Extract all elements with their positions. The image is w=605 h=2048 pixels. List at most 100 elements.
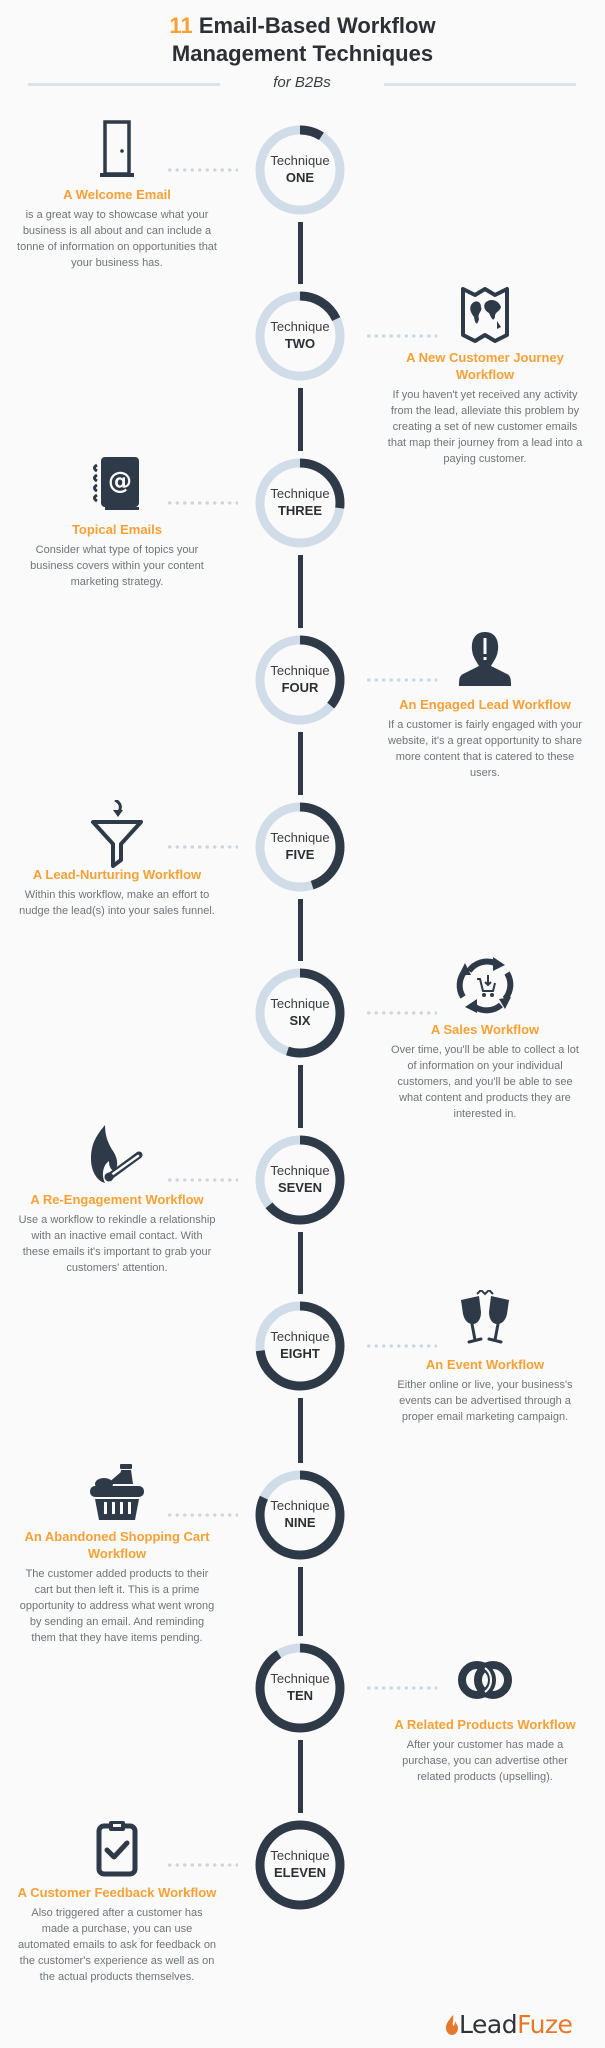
- logo-lead: Lead: [459, 2010, 518, 2039]
- technique-item-2: A New Customer Journey Workflow If you h…: [385, 283, 585, 467]
- title-line1: Email-Based Workflow: [198, 13, 436, 38]
- ring-number: TWO: [284, 336, 316, 351]
- technique-ring-10: Technique TEN: [254, 1642, 346, 1734]
- technique-item-11: A Customer Feedback Workflow Also trigge…: [17, 1818, 217, 1985]
- ring-label: Technique TEN: [254, 1670, 346, 1704]
- timeline-connector: [298, 1065, 303, 1128]
- ring-number: TEN: [287, 1688, 313, 1703]
- technique-description: Either online or live, your business's e…: [397, 1379, 573, 1423]
- timeline-connector: [298, 1232, 303, 1294]
- technique-heading: An Event Workflow: [425, 1357, 545, 1372]
- technique-item-8: An Event Workflow Either online or live,…: [385, 1288, 585, 1425]
- ring-label-word: Technique: [270, 486, 330, 501]
- ring-label-word: Technique: [270, 1498, 330, 1513]
- timeline-connector: [298, 388, 303, 451]
- match-flame-icon: [87, 1125, 147, 1185]
- technique-heading: Topical Emails: [71, 522, 163, 537]
- timeline-connector: [298, 1398, 303, 1463]
- technique-description: The customer added products to their car…: [19, 1568, 215, 1644]
- ring-label-word: Technique: [270, 830, 330, 845]
- technique-item-5: A Lead-Nurturing Workflow Within this wo…: [17, 798, 217, 919]
- technique-heading: A Welcome Email: [63, 187, 171, 202]
- ring-label: Technique THREE: [254, 485, 346, 519]
- ring-label: Technique EIGHT: [254, 1328, 346, 1362]
- technique-ring-7: Technique SEVEN: [254, 1134, 346, 1226]
- ring-label: Technique FOUR: [254, 662, 346, 696]
- timeline-connector: [298, 555, 303, 628]
- logo-fuze: Fuze: [517, 2010, 573, 2039]
- ring-label: Technique SEVEN: [254, 1162, 346, 1196]
- technique-item-4: An Engaged Lead Workflow If a customer i…: [385, 630, 585, 781]
- technique-ring-9: Technique NINE: [254, 1469, 346, 1561]
- technique-ring-3: Technique THREE: [254, 457, 346, 549]
- timeline-connector: [298, 1740, 303, 1813]
- timeline-connector: [298, 1567, 303, 1636]
- technique-heading: A New Customer Journey Workflow: [406, 350, 564, 382]
- technique-heading: An Abandoned Shopping Cart Workflow: [24, 1529, 210, 1561]
- technique-description: If a customer is fairly engaged with you…: [387, 719, 583, 779]
- technique-item-1: A Welcome Email is a great way to showca…: [17, 120, 217, 271]
- technique-description: Within this workflow, make an effort to …: [19, 889, 215, 917]
- world-map-icon: [455, 283, 515, 343]
- ring-label-word: Technique: [270, 1671, 330, 1686]
- ring-label-word: Technique: [270, 663, 330, 678]
- timeline-connector: [298, 899, 303, 961]
- timeline-connector: [298, 222, 303, 284]
- technique-description: is a great way to showcase what your bus…: [17, 209, 217, 269]
- divider-right: [384, 83, 576, 86]
- subtitle-row: for B2Bs: [28, 74, 576, 94]
- flame-icon: [446, 2012, 458, 2041]
- technique-description: Consider what type of topics your busine…: [30, 544, 204, 588]
- technique-item-7: A Re-Engagement Workflow Use a workflow …: [17, 1125, 217, 1276]
- ring-label-word: Technique: [270, 1848, 330, 1863]
- technique-ring-11: Technique ELEVEN: [254, 1819, 346, 1911]
- technique-description: After your customer has made a purchase,…: [402, 1739, 568, 1783]
- technique-item-6: A Sales Workflow Over time, you'll be ab…: [385, 955, 585, 1122]
- technique-description: If you haven't yet received any activity…: [387, 389, 583, 465]
- technique-item-10: A Related Products Workflow After your c…: [385, 1650, 585, 1785]
- technique-description: Use a workflow to rekindle a relationshi…: [18, 1214, 216, 1274]
- ring-number: SEVEN: [277, 1180, 323, 1195]
- technique-heading: A Lead-Nurturing Workflow: [32, 867, 202, 882]
- leadfuze-logo: LeadFuze: [446, 2010, 573, 2041]
- technique-heading: A Customer Feedback Workflow: [17, 1885, 217, 1900]
- ring-number: SIX: [289, 1013, 311, 1028]
- ring-number: EIGHT: [280, 1346, 320, 1361]
- ring-label-word: Technique: [270, 1163, 330, 1178]
- technique-item-3: @ Topical Emails Consider what type of t…: [17, 455, 217, 590]
- ring-number: ONE: [285, 170, 315, 185]
- ring-label: Technique ONE: [254, 152, 346, 186]
- ring-label-word: Technique: [270, 1329, 330, 1344]
- champagne-toast-icon: [455, 1288, 515, 1350]
- timeline-connector: [298, 732, 303, 795]
- technique-heading: A Re-Engagement Workflow: [30, 1192, 204, 1207]
- title-line2: Management Techniques: [171, 41, 434, 66]
- ring-label: Technique NINE: [254, 1497, 346, 1531]
- technique-description: Over time, you'll be able to collect a l…: [391, 1044, 579, 1120]
- technique-ring-1: Technique ONE: [254, 124, 346, 216]
- ring-number: FOUR: [281, 680, 319, 695]
- page-title: 11 Email-Based Workflow Management Techn…: [0, 12, 605, 68]
- door-icon: [87, 120, 147, 180]
- technique-heading: A Sales Workflow: [430, 1022, 540, 1037]
- clipboard-check-icon: [87, 1818, 147, 1878]
- funnel-icon: [87, 798, 147, 868]
- ring-label-word: Technique: [270, 996, 330, 1011]
- technique-description: Also triggered after a customer has made…: [17, 1907, 217, 1983]
- technique-ring-5: Technique FIVE: [254, 801, 346, 893]
- cart-cycle-icon: [455, 955, 515, 1015]
- address-book-icon: @: [87, 455, 147, 515]
- ring-label: Technique TWO: [254, 318, 346, 352]
- ring-label-word: Technique: [270, 319, 330, 334]
- ring-label-word: Technique: [270, 153, 330, 168]
- title-number: 11: [169, 13, 193, 38]
- technique-ring-8: Technique EIGHT: [254, 1300, 346, 1392]
- ring-label: Technique SIX: [254, 995, 346, 1029]
- linked-rings-icon: [455, 1650, 515, 1710]
- ring-number: NINE: [284, 1515, 316, 1530]
- ring-number: THREE: [277, 503, 323, 518]
- ring-number: FIVE: [285, 847, 315, 862]
- technique-heading: An Engaged Lead Workflow: [399, 697, 571, 712]
- ring-number: ELEVEN: [273, 1865, 326, 1880]
- svg-text:@: @: [108, 467, 132, 495]
